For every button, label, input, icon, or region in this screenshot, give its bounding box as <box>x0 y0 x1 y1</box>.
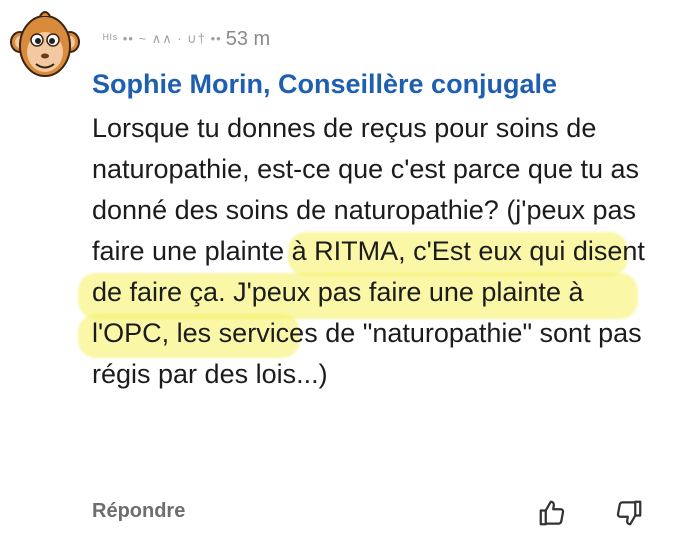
thumbs-up-icon[interactable] <box>537 498 567 528</box>
comment-author-name[interactable]: Sophie Morin, Conseillère conjugale <box>92 69 557 100</box>
comment-text: Lorsque tu donnes de reçus pour soins de… <box>92 113 645 389</box>
comment-card: ᴴᴵˢ •• ~ ∧∧ · ∪† •• 53 m Sophie Morin, C… <box>0 0 674 555</box>
thumbs-down-icon[interactable] <box>614 498 644 528</box>
comment-meta: ᴴᴵˢ •• ~ ∧∧ · ∪† •• 53 m <box>103 26 270 52</box>
author-handle-scribble: ᴴᴵˢ •• ~ ∧∧ · ∪† •• <box>103 31 222 46</box>
comment-timestamp: 53 m <box>225 27 271 50</box>
monkey-avatar-icon[interactable] <box>10 8 80 80</box>
reply-button[interactable]: Répondre <box>92 500 185 523</box>
